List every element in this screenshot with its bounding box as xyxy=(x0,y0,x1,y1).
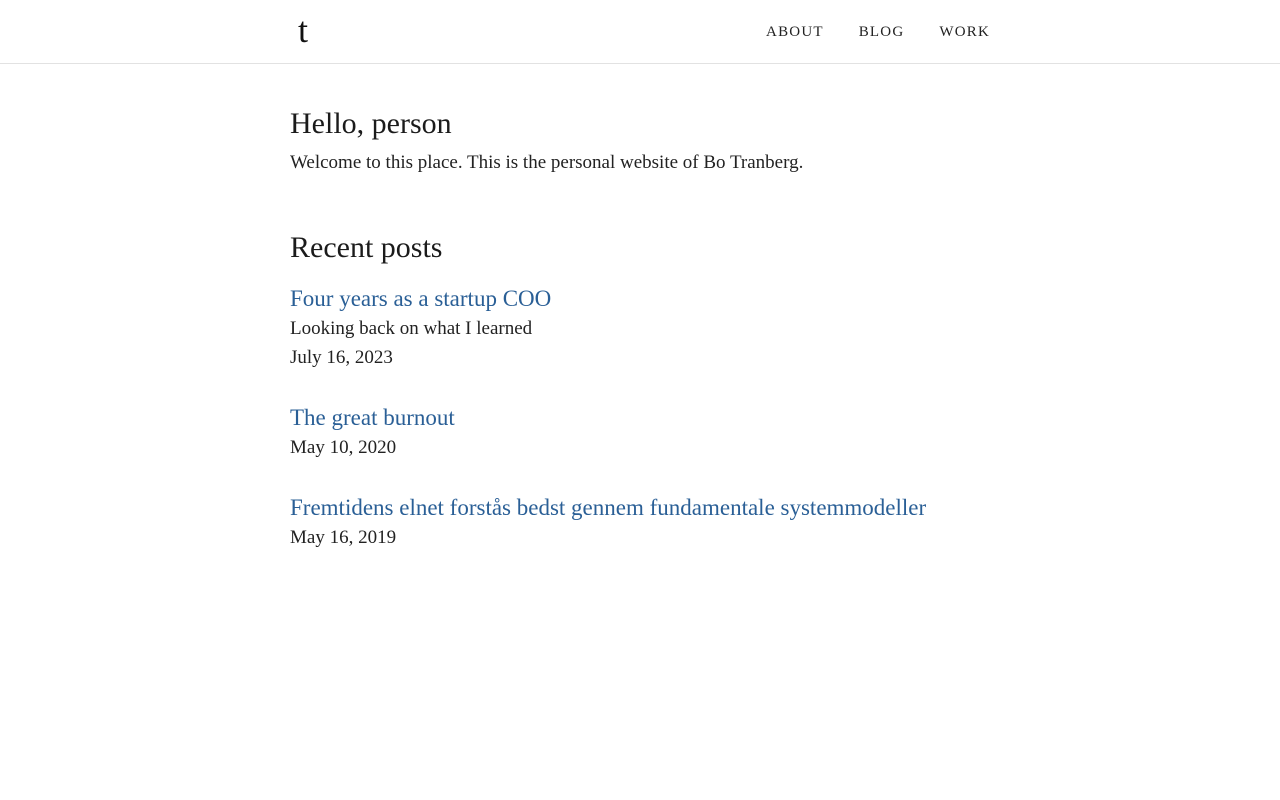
site-header: t About Blog Work xyxy=(0,0,1280,64)
post-date: May 10, 2020 xyxy=(290,437,397,458)
nav-blog-link[interactable]: Blog xyxy=(859,22,905,42)
site-logo[interactable]: t xyxy=(298,8,308,52)
nav-about-link[interactable]: About xyxy=(766,22,824,42)
post-item: Four years as a startup COO Looking back… xyxy=(290,284,990,372)
recent-posts-list: Four years as a startup COO Looking back… xyxy=(290,284,990,552)
post-date: July 16, 2023 xyxy=(290,347,393,368)
main-content: Hello, person Welcome to this place. Thi… xyxy=(290,104,990,583)
recent-posts-heading: Recent posts xyxy=(290,231,443,264)
post-date: May 16, 2019 xyxy=(290,527,397,548)
post-title-link[interactable]: The great burnout xyxy=(290,403,455,433)
page-title: Hello, person xyxy=(290,107,452,140)
post-title-link[interactable]: Fremtidens elnet forstås bedst gennem fu… xyxy=(290,493,926,523)
post-title-link[interactable]: Four years as a startup COO xyxy=(290,284,551,314)
post-item: The great burnout May 10, 2020 xyxy=(290,403,990,462)
post-subtitle: Looking back on what I learned xyxy=(290,318,533,339)
post-item: Fremtidens elnet forstås bedst gennem fu… xyxy=(290,493,990,552)
main-nav: About Blog Work xyxy=(731,22,990,42)
intro-text: Welcome to this place. This is the perso… xyxy=(290,152,804,173)
nav-work-link[interactable]: Work xyxy=(939,22,990,42)
